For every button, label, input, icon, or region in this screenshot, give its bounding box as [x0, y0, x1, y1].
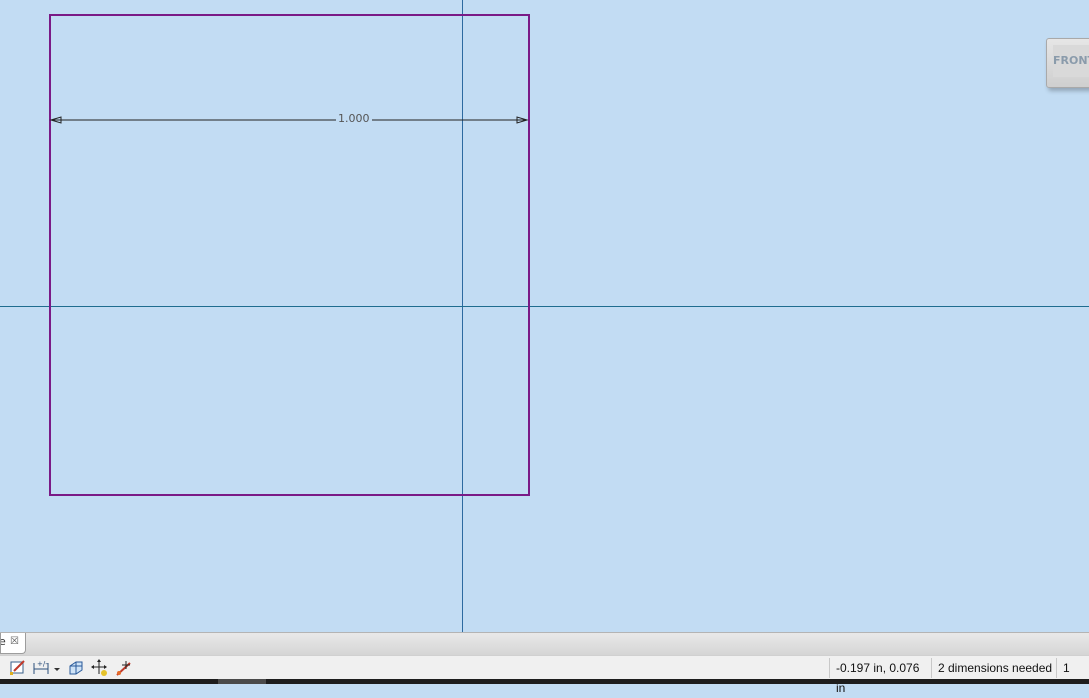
cursor-coordinates: -0.197 in, 0.076 in [829, 658, 932, 695]
svg-text:+/-: +/- [37, 660, 48, 668]
document-tab-label: e [1, 633, 6, 651]
close-icon[interactable]: ☒ [10, 633, 19, 651]
dropdown-arrow-icon[interactable] [52, 659, 62, 677]
viewcube-face-label[interactable]: FRONT [1053, 45, 1089, 77]
move-icon[interactable] [91, 659, 109, 677]
status-count: 1 [1056, 658, 1089, 678]
sketch-canvas[interactable]: 1.000 FRONT [0, 0, 1089, 632]
sketch-edit-icon[interactable] [9, 659, 27, 677]
dimension-line[interactable] [0, 0, 1089, 632]
document-tab[interactable]: e ☒ [0, 633, 26, 654]
status-message: 2 dimensions needed [931, 658, 1058, 678]
taskbar-indicator [218, 679, 266, 684]
document-tab-bar: e ☒ [0, 632, 1089, 655]
taskbar-strip [0, 679, 1089, 684]
constraint-icon[interactable] [115, 659, 133, 677]
status-bar: +/- -0.197 in, 0.076 in 2 dimensions nee… [0, 655, 1089, 695]
dimension-icon[interactable]: +/- [32, 659, 50, 677]
dimension-value[interactable]: 1.000 [336, 112, 372, 126]
viewcube[interactable]: FRONT [1046, 38, 1089, 88]
view-face-icon[interactable] [67, 659, 85, 677]
